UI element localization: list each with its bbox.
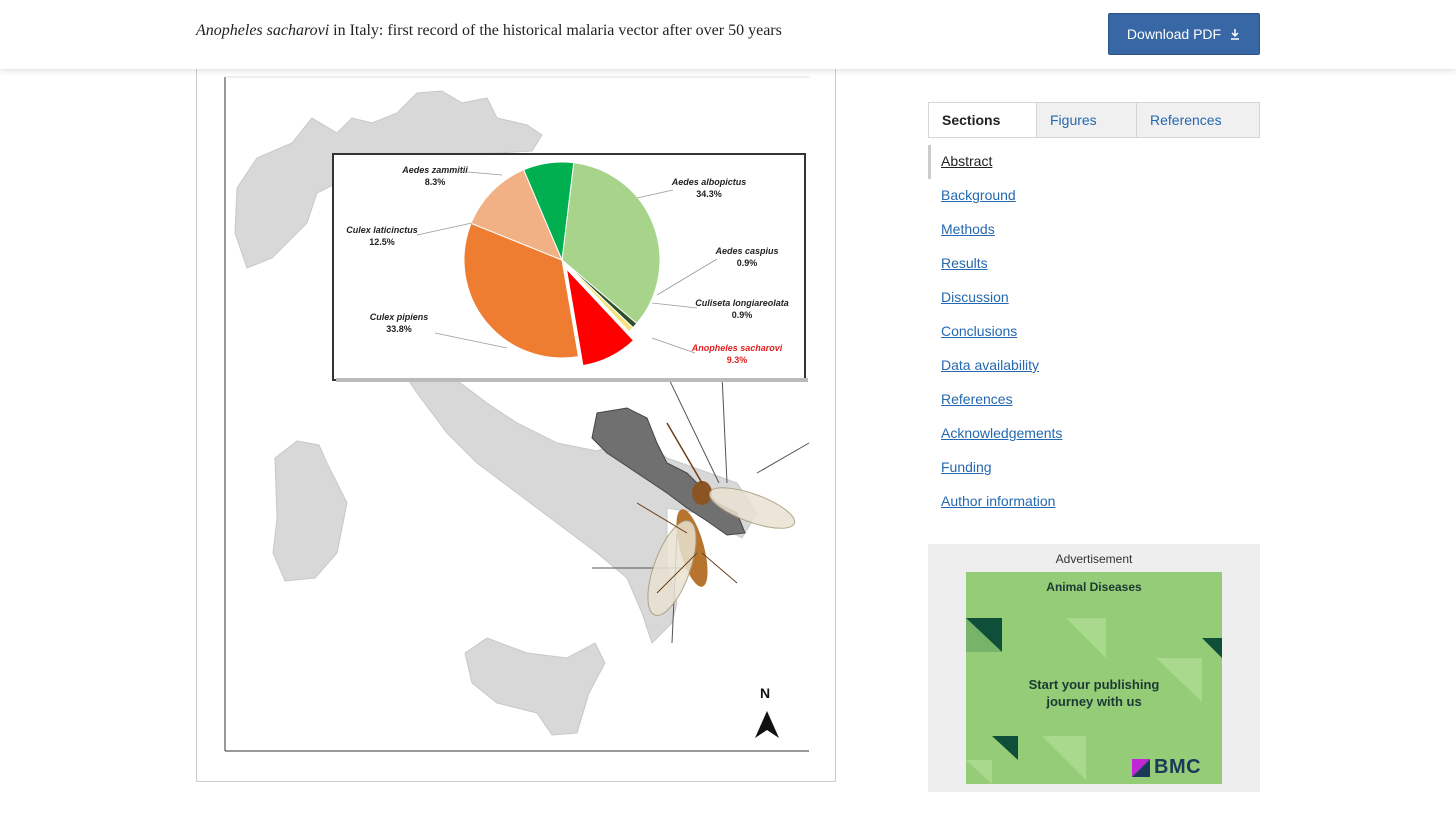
- pie-label-anopheles: Anopheles sacharovi: [691, 343, 783, 353]
- bmc-logo-icon: [1132, 758, 1150, 777]
- section-link-data-availability[interactable]: Data availability: [928, 349, 1260, 383]
- section-link-discussion[interactable]: Discussion: [928, 281, 1260, 315]
- section-link-references[interactable]: References: [928, 383, 1260, 417]
- pie-value-aedes-caspius: 0.9%: [737, 258, 758, 268]
- advertisement-box: Advertisement Animal Diseases Start your…: [928, 544, 1260, 792]
- section-link-abstract[interactable]: Abstract: [928, 145, 1260, 179]
- title-species: Anopheles sacharovi: [196, 22, 330, 39]
- north-arrow-icon: [755, 711, 779, 738]
- pie-value-culex-laticinctus: 12.5%: [369, 237, 395, 247]
- sidebar-tabs: Sections Figures References: [928, 102, 1260, 138]
- section-link-conclusions[interactable]: Conclusions: [928, 315, 1260, 349]
- ad-heading: Animal Diseases: [1046, 580, 1142, 594]
- sections-list: Abstract Background Methods Results Disc…: [928, 145, 1260, 519]
- north-label: N: [760, 685, 770, 701]
- section-link-author-information[interactable]: Author information: [928, 485, 1260, 519]
- section-link-funding[interactable]: Funding: [928, 451, 1260, 485]
- pie-label-culex-pipiens: Culex pipiens: [370, 312, 429, 322]
- download-icon: [1231, 29, 1240, 40]
- pie-value-aedes-albopictus: 34.3%: [696, 189, 722, 199]
- pie-value-anopheles: 9.3%: [727, 355, 748, 365]
- pie-label-aedes-caspius: Aedes caspius: [714, 246, 778, 256]
- section-link-methods[interactable]: Methods: [928, 213, 1260, 247]
- bmc-logo: BMC: [1132, 756, 1201, 779]
- pie-label-aedes-zammitii: Aedes zammitii: [401, 165, 468, 175]
- bmc-brand-text: BMC: [1154, 756, 1202, 778]
- advertisement-banner[interactable]: Animal Diseases Start your publishing jo…: [966, 572, 1222, 784]
- article-header: Anopheles sacharovi in Italy: first reco…: [0, 0, 1456, 69]
- section-link-acknowledgements[interactable]: Acknowledgements: [928, 417, 1260, 451]
- pie-value-culex-pipiens: 33.8%: [386, 324, 412, 334]
- advertisement-label: Advertisement: [1055, 552, 1133, 566]
- pie-label-aedes-albopictus: Aedes albopictus: [671, 177, 747, 187]
- tab-sections[interactable]: Sections: [929, 103, 1037, 137]
- download-pdf-button[interactable]: Download PDF: [1108, 13, 1260, 55]
- pie-value-culiseta: 0.9%: [732, 310, 753, 320]
- article-title: Anopheles sacharovi in Italy: first reco…: [196, 22, 782, 40]
- figure-graphic: Aedes albopictus 34.3% Aedes caspius 0.9…: [224, 76, 810, 752]
- pie-label-culiseta: Culiseta longiareolata: [695, 298, 789, 308]
- pie-value-aedes-zammitii: 8.3%: [425, 177, 446, 187]
- tab-figures[interactable]: Figures: [1037, 103, 1137, 137]
- download-pdf-label: Download PDF: [1126, 26, 1222, 42]
- section-link-background[interactable]: Background: [928, 179, 1260, 213]
- section-link-results[interactable]: Results: [928, 247, 1260, 281]
- ad-body-text: Start your publishing journey with us: [1028, 677, 1160, 709]
- title-rest: in Italy: first record of the historical…: [329, 22, 782, 39]
- tab-references[interactable]: References: [1137, 103, 1259, 137]
- pie-label-culex-laticinctus: Culex laticinctus: [346, 225, 418, 235]
- figure-frame: Aedes albopictus 34.3% Aedes caspius 0.9…: [196, 62, 836, 782]
